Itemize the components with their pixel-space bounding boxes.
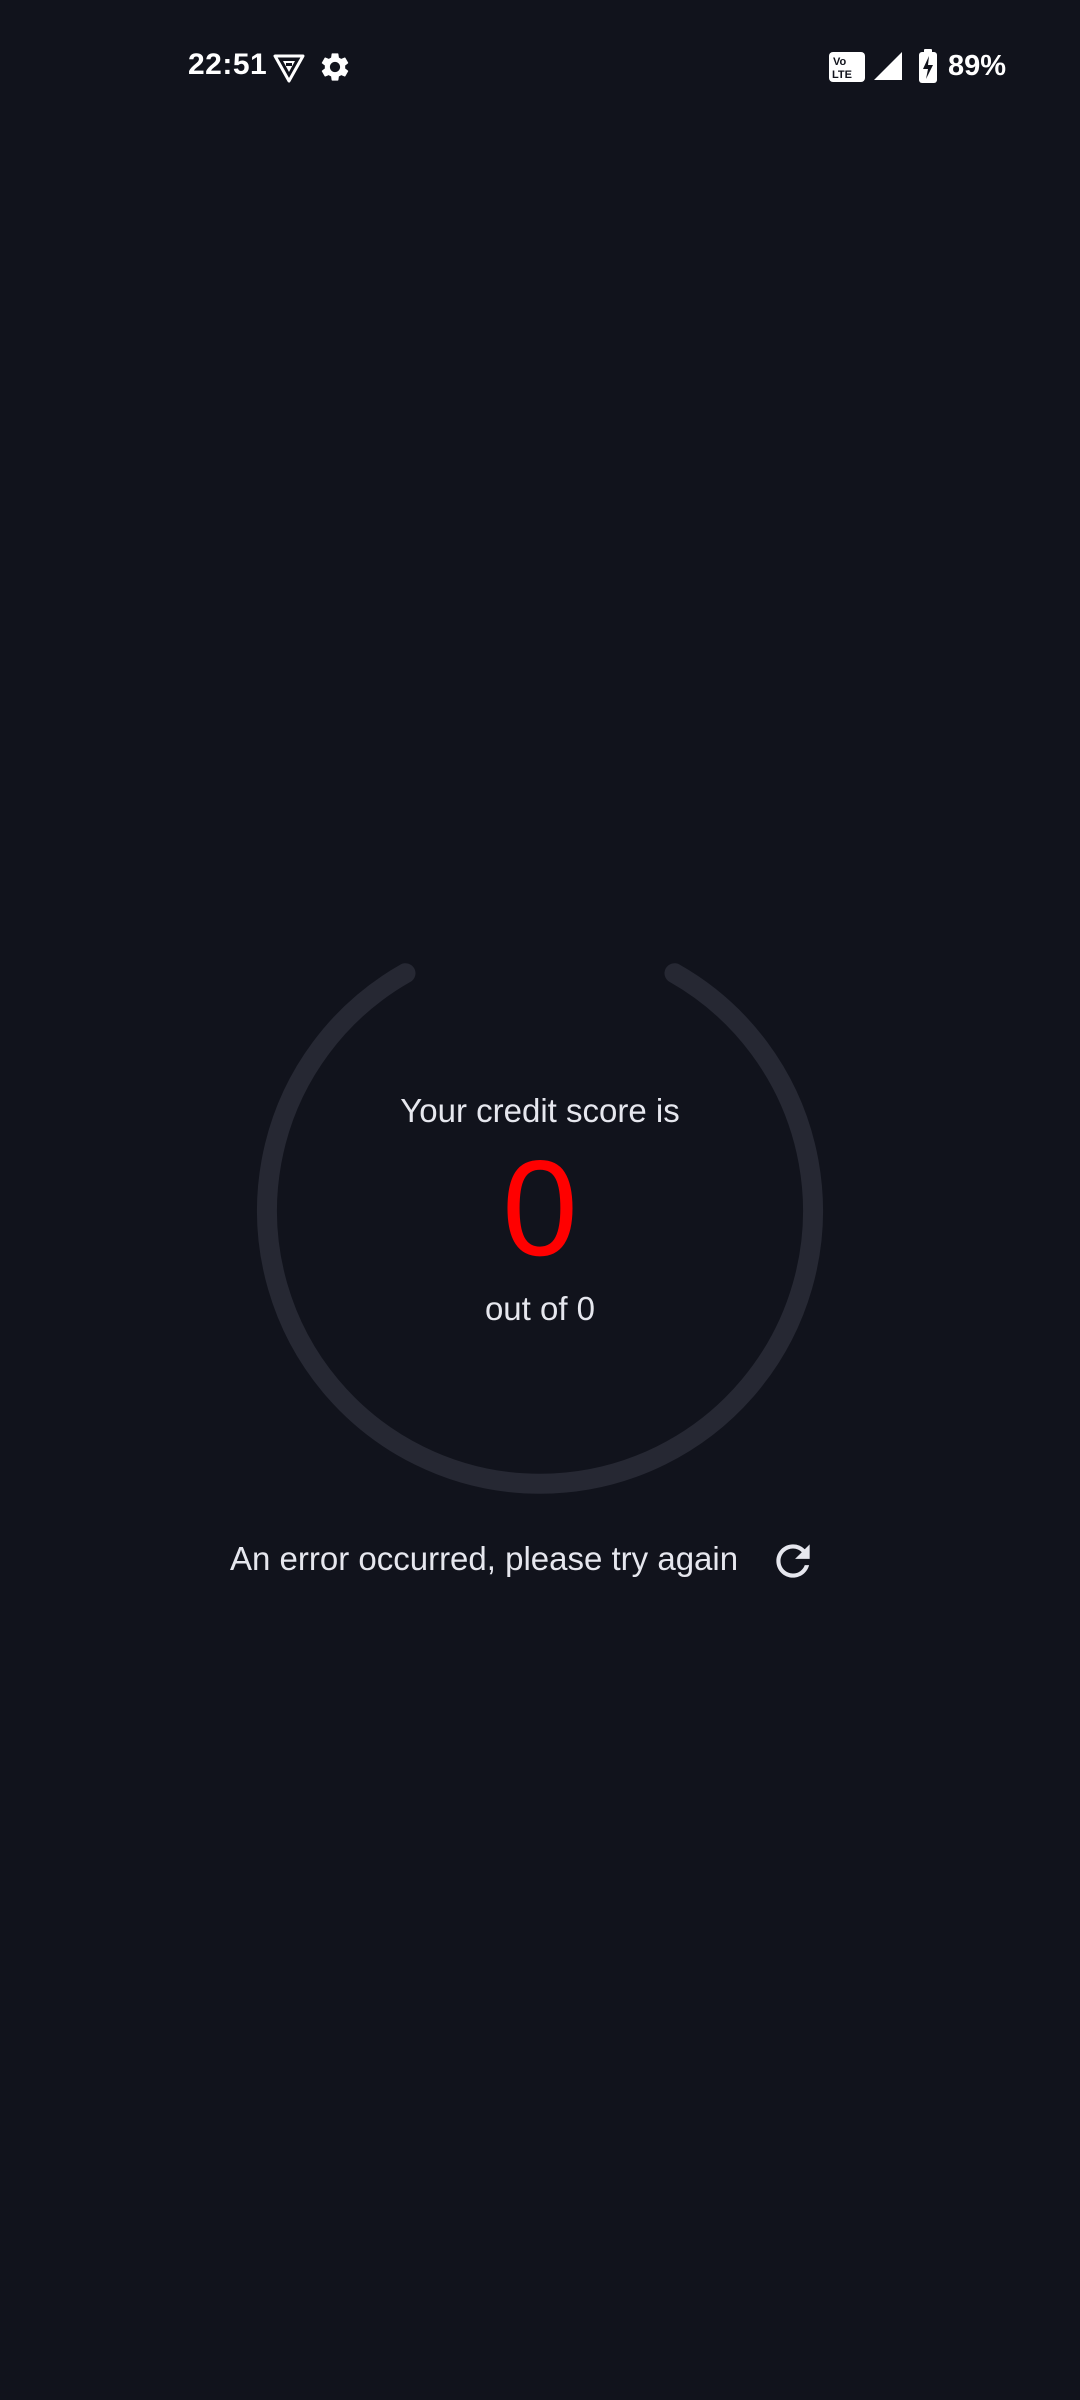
credit-score-gauge: Your credit score is 0 out of 0: [240, 940, 840, 1520]
error-row: An error occurred, please try again: [0, 1536, 1080, 1586]
signal-icon: [874, 52, 902, 80]
svg-text:LTE: LTE: [832, 69, 852, 81]
volte-icon: Vo LTE: [829, 52, 865, 82]
status-time: 22:51: [188, 48, 268, 81]
refresh-icon: [776, 1544, 810, 1578]
error-message: An error occurred, please try again: [230, 1540, 739, 1577]
credit-score-screen: 22:51 Vo LTE 89% Your credit score is 0 …: [0, 0, 1080, 2400]
credit-score-label: Your credit score is: [400, 1092, 680, 1129]
battery-percent: 89%: [948, 50, 1007, 82]
svg-text:Vo: Vo: [833, 56, 847, 68]
credit-score-max: out of 0: [484, 1290, 596, 1327]
credit-score-value: 0: [502, 1132, 578, 1284]
retry-button[interactable]: [768, 1536, 818, 1586]
vpn-shield-icon: [273, 54, 305, 83]
status-bar: 22:51 Vo LTE 89%: [0, 0, 1080, 136]
settings-gear-icon: [321, 53, 349, 81]
battery-charging-icon: [919, 49, 937, 83]
